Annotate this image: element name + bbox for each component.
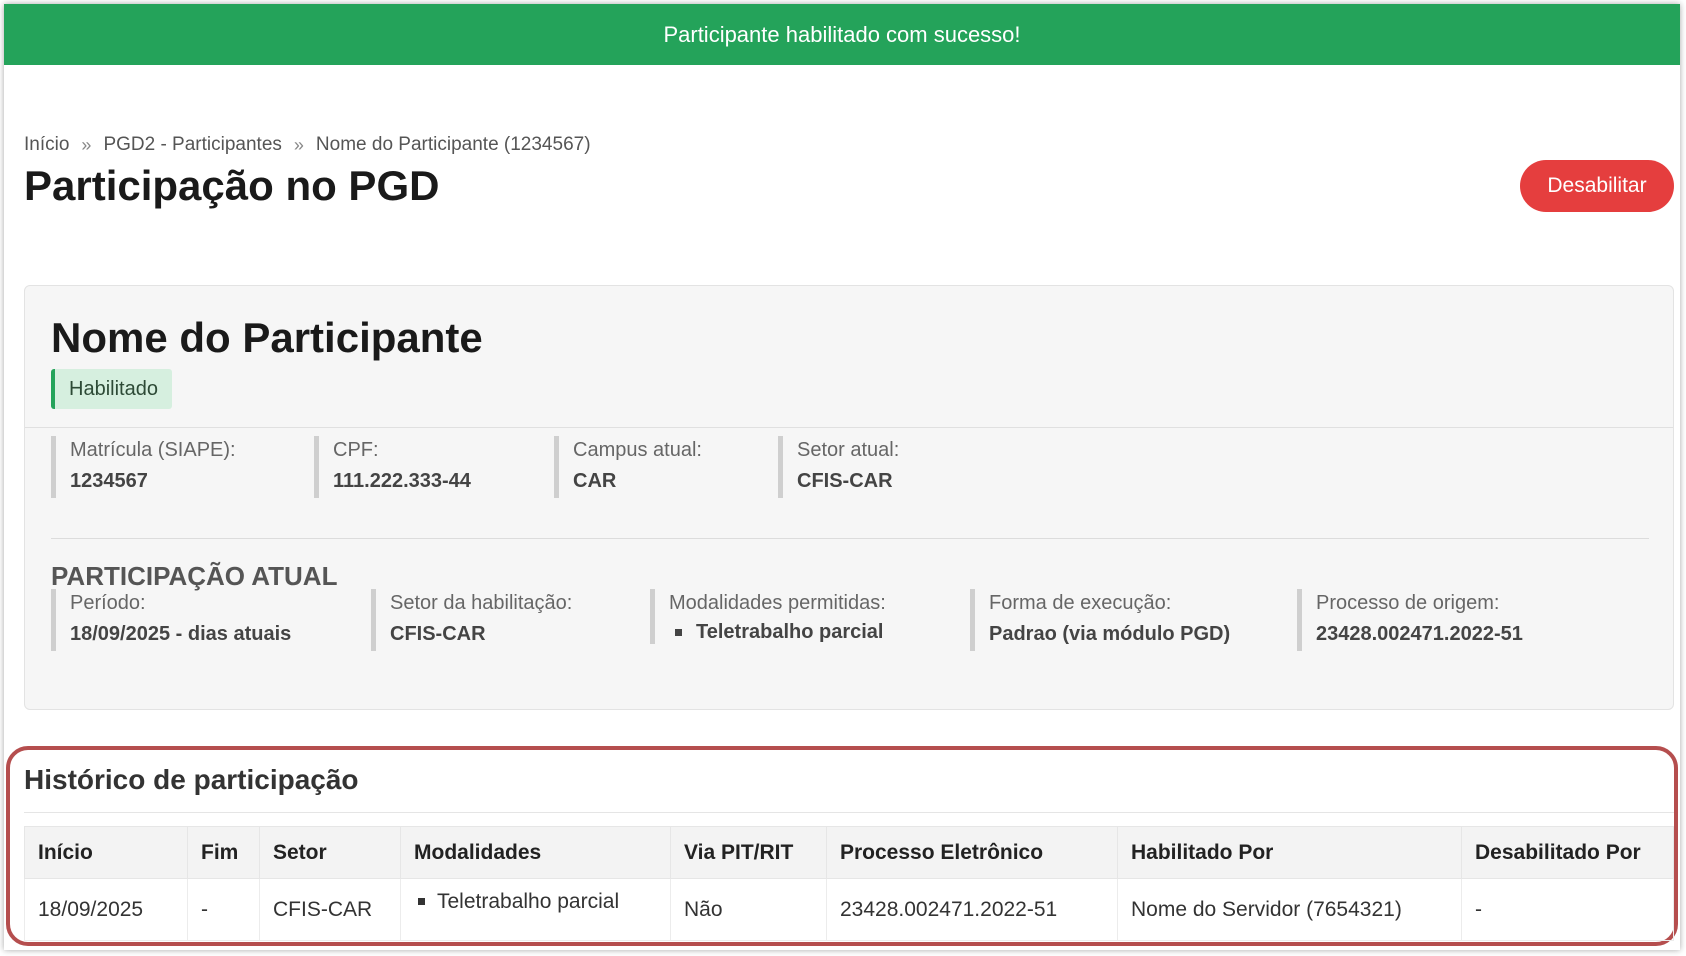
- modalidades-list: Teletrabalho parcial: [669, 621, 886, 644]
- field-setor-habilitacao-value: CFIS-CAR: [390, 623, 486, 645]
- column-header-fim[interactable]: Fim: [187, 826, 260, 879]
- field-periodo: Período: 18/09/2025 - dias atuais: [51, 589, 291, 651]
- participant-name: Nome do Participante: [51, 314, 483, 361]
- column-header-desabilitado-por[interactable]: Desabilitado Por: [1461, 826, 1674, 879]
- list-item: Teletrabalho parcial: [414, 890, 657, 914]
- field-processo-origem-value: 23428.002471.2022-51: [1316, 623, 1523, 645]
- field-setor: Setor atual: CFIS-CAR: [778, 436, 899, 498]
- field-cpf-value: 111.222.333-44: [333, 470, 471, 492]
- column-header-habilitado-por[interactable]: Habilitado Por: [1117, 826, 1462, 879]
- field-campus-label: Campus atual:: [573, 439, 702, 461]
- history-divider: [24, 812, 1674, 813]
- field-periodo-value: 18/09/2025 - dias atuais: [70, 623, 292, 645]
- success-alert: Participante habilitado com sucesso!: [4, 4, 1680, 65]
- cell-inicio: 18/09/2025: [24, 878, 188, 941]
- breadcrumb-separator-icon: »: [293, 134, 304, 155]
- field-forma-execucao: Forma de execução: Padrao (via módulo PG…: [970, 589, 1230, 651]
- cell-setor: CFIS-CAR: [259, 878, 401, 941]
- field-modalidades: Modalidades permitidas: Teletrabalho par…: [650, 589, 886, 644]
- status-badge: Habilitado: [51, 369, 172, 409]
- cell-modalidades: Teletrabalho parcial: [400, 878, 671, 941]
- success-alert-message: Participante habilitado com sucesso!: [663, 21, 1021, 47]
- breadcrumb-item-participantes[interactable]: PGD2 - Participantes: [103, 134, 281, 156]
- field-campus-value: CAR: [573, 470, 617, 492]
- column-header-modalidades[interactable]: Modalidades: [400, 826, 671, 879]
- participant-card: Nome do Participante Habilitado Matrícul…: [24, 285, 1674, 710]
- cell-fim: -: [187, 878, 260, 941]
- column-header-inicio[interactable]: Início: [24, 826, 188, 879]
- field-modalidades-label: Modalidades permitidas:: [669, 592, 886, 614]
- field-setor-habilitacao-label: Setor da habilitação:: [390, 592, 573, 614]
- column-header-setor[interactable]: Setor: [259, 826, 401, 879]
- field-processo-origem-label: Processo de origem:: [1316, 592, 1500, 614]
- field-cpf-label: CPF:: [333, 439, 379, 461]
- field-forma-execucao-value: Padrao (via módulo PGD): [989, 623, 1231, 645]
- list-item: Teletrabalho parcial: [669, 621, 886, 644]
- field-matricula: Matrícula (SIAPE): 1234567: [51, 436, 236, 498]
- modalidades-list: Teletrabalho parcial: [414, 890, 657, 922]
- field-forma-execucao-label: Forma de execução:: [989, 592, 1172, 614]
- history-title: Histórico de participação: [24, 764, 359, 795]
- table-header-row: Início Fim Setor Modalidades Via PIT/RIT…: [24, 826, 1674, 879]
- card-divider: [51, 538, 1649, 539]
- current-participation-title: PARTICIPAÇÃO ATUAL: [51, 561, 338, 591]
- page-title: Participação no PGD: [24, 162, 440, 209]
- breadcrumb-item-inicio[interactable]: Início: [24, 134, 69, 156]
- field-periodo-label: Período:: [70, 592, 146, 614]
- field-setor-label: Setor atual:: [797, 439, 900, 461]
- breadcrumb: Início » PGD2 - Participantes » Nome do …: [24, 134, 591, 156]
- card-divider: [25, 427, 1673, 428]
- column-header-processo[interactable]: Processo Eletrônico: [826, 826, 1118, 879]
- breadcrumb-separator-icon: »: [81, 134, 92, 155]
- field-setor-value: CFIS-CAR: [797, 470, 893, 492]
- modalidade-label: Teletrabalho parcial: [696, 621, 884, 643]
- cell-habilitado-por: Nome do Servidor (7654321): [1117, 878, 1462, 941]
- field-matricula-label: Matrícula (SIAPE):: [70, 439, 236, 461]
- bullet-icon: [418, 898, 425, 905]
- page-frame: Participante habilitado com sucesso! Iní…: [4, 4, 1680, 950]
- field-processo-origem: Processo de origem: 23428.002471.2022-51: [1297, 589, 1523, 651]
- breadcrumb-item-current: Nome do Participante (1234567): [315, 134, 591, 155]
- disable-button[interactable]: Desabilitar: [1520, 160, 1674, 212]
- field-setor-habilitacao: Setor da habilitação: CFIS-CAR: [371, 589, 572, 651]
- bullet-icon: [675, 629, 682, 636]
- history-section: Histórico de participação Início Fim Set…: [4, 742, 1680, 950]
- cell-processo: 23428.002471.2022-51: [826, 878, 1118, 941]
- cell-via-pit-rit: Não: [670, 878, 827, 941]
- field-campus: Campus atual: CAR: [554, 436, 702, 498]
- field-matricula-value: 1234567: [70, 470, 148, 492]
- column-header-via-pit-rit[interactable]: Via PIT/RIT: [670, 826, 827, 879]
- field-cpf: CPF: 111.222.333-44: [314, 436, 471, 498]
- table-row: 18/09/2025 - CFIS-CAR Teletrabalho parci…: [24, 878, 1674, 941]
- cell-desabilitado-por: -: [1461, 878, 1674, 941]
- history-table: Início Fim Setor Modalidades Via PIT/RIT…: [24, 826, 1674, 941]
- modalidade-label: Teletrabalho parcial: [437, 889, 620, 913]
